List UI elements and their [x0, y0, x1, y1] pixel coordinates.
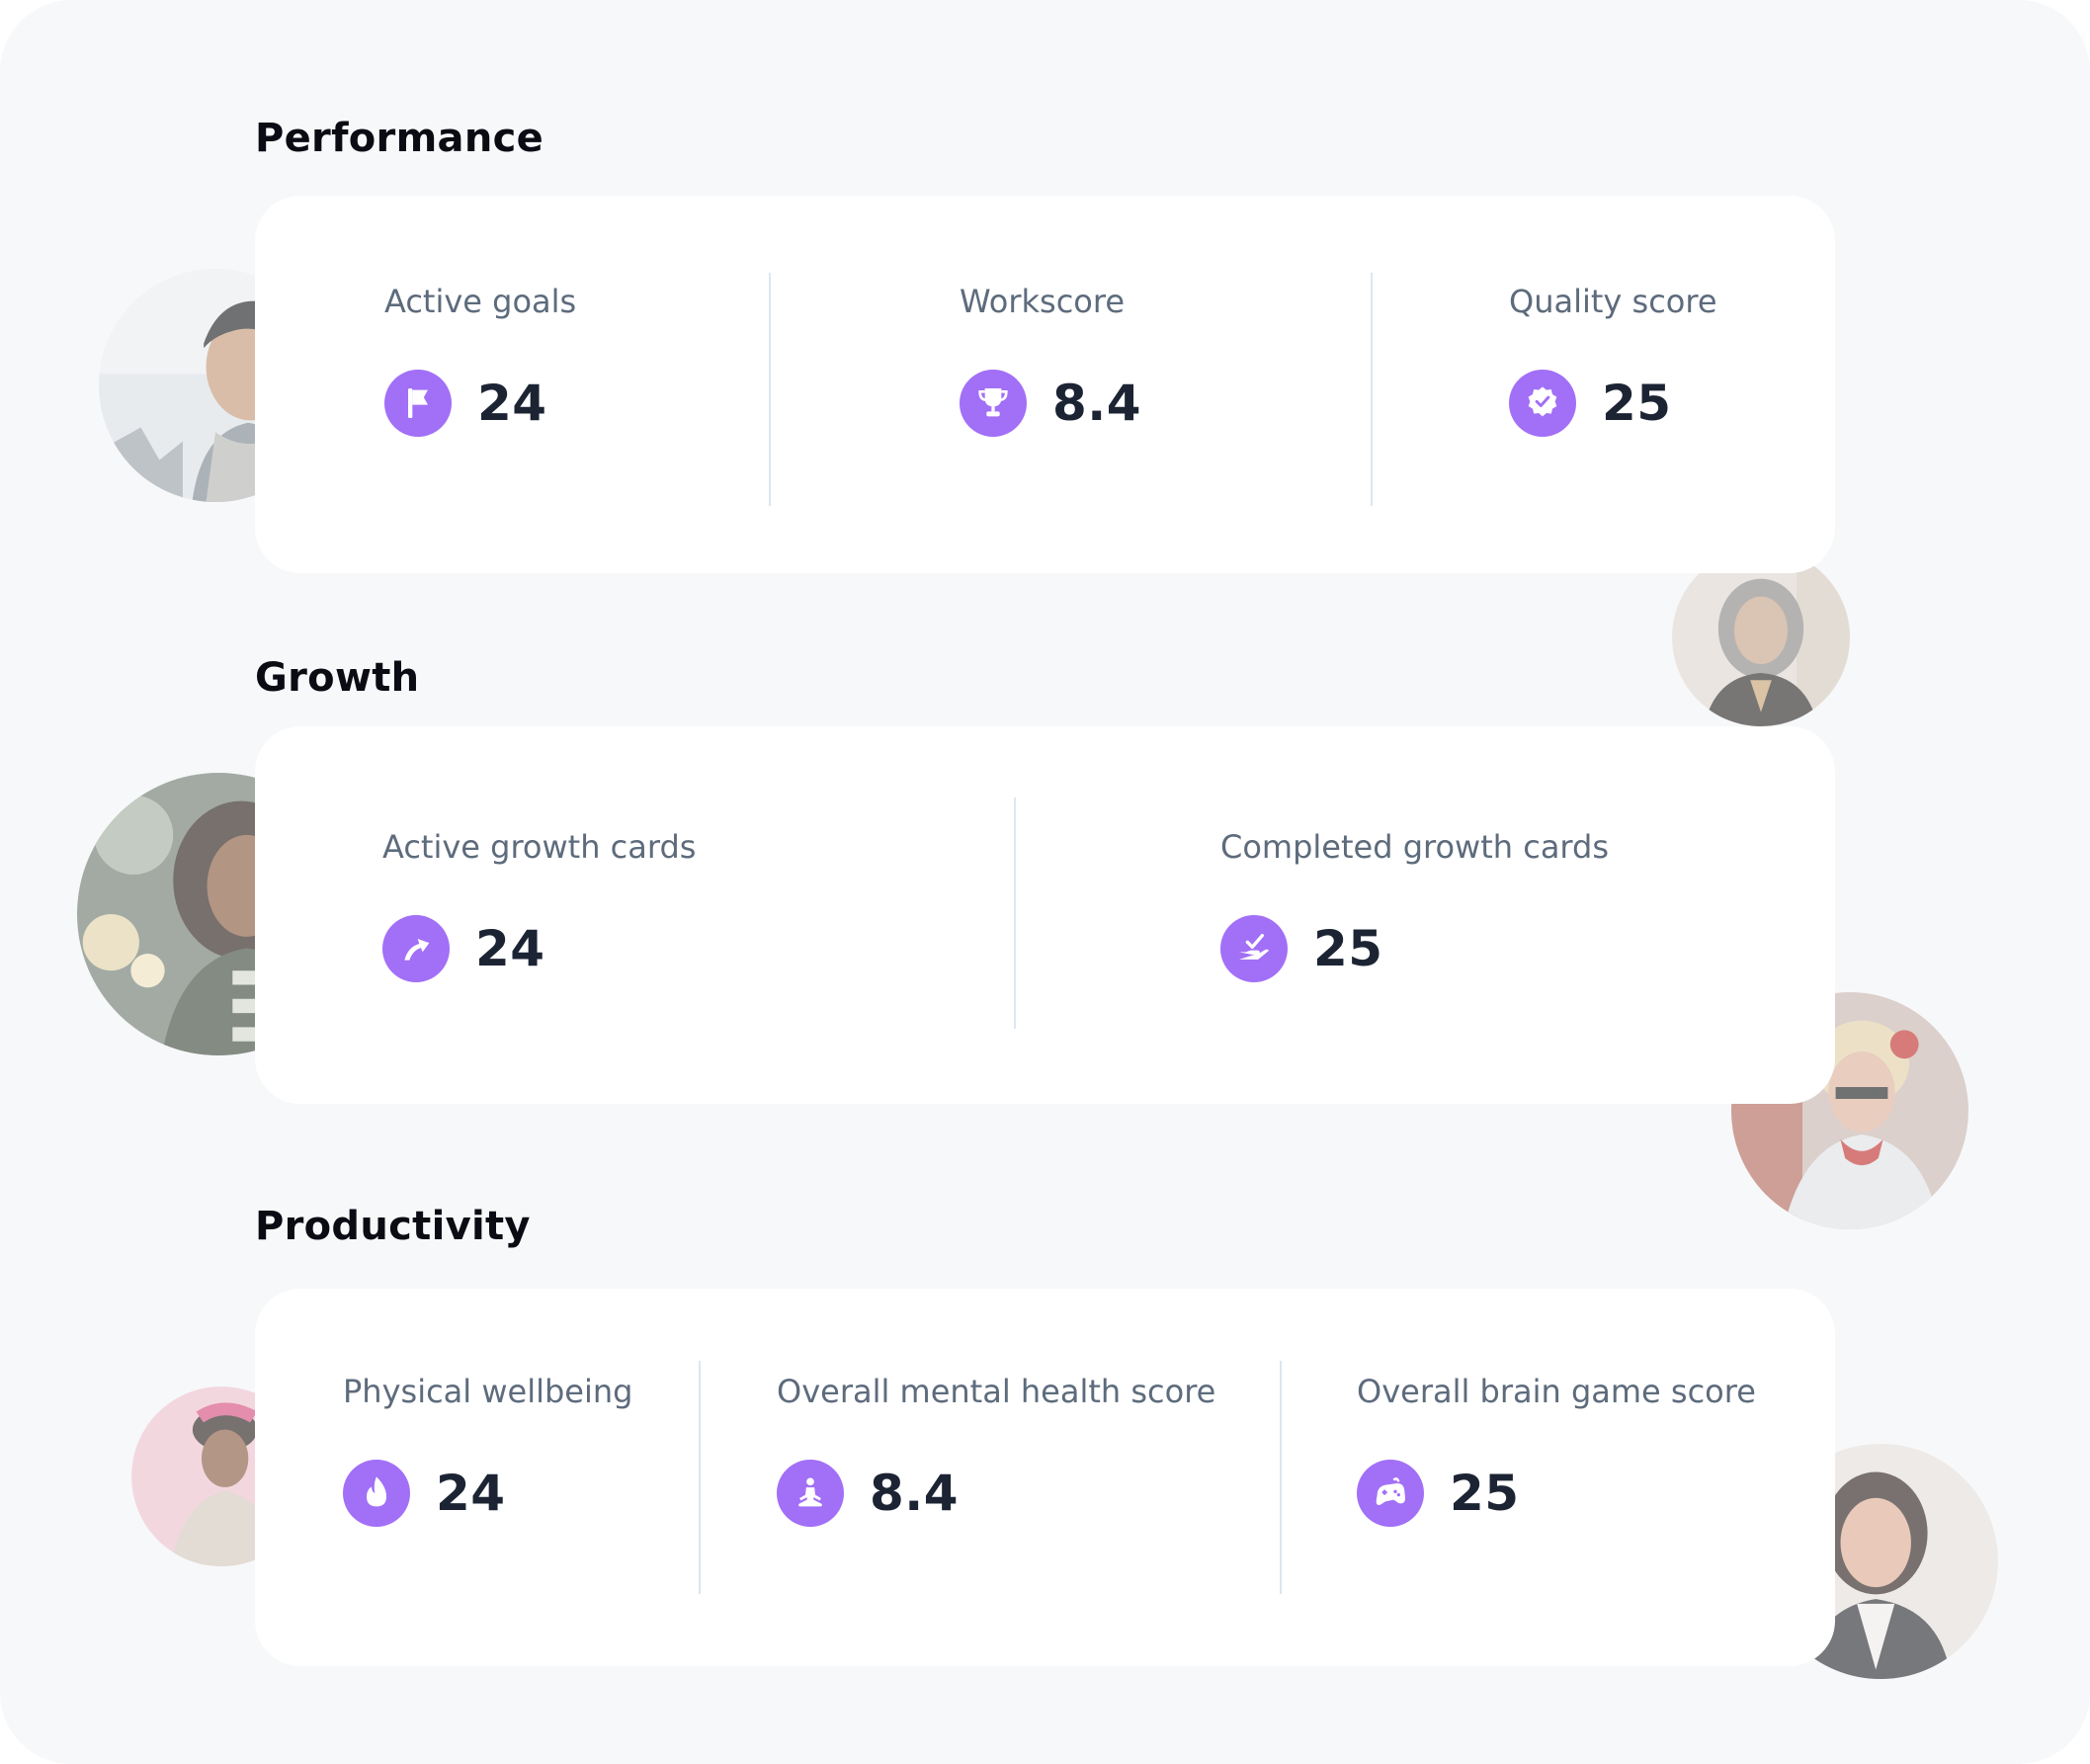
stat-value: 24 [475, 920, 545, 977]
avatar-older-woman [1672, 548, 1850, 726]
gamepad-icon [1357, 1460, 1424, 1527]
performance-title: Performance [255, 116, 544, 161]
stat-active-goals: Active goals 24 [384, 283, 576, 437]
stat-mental-health-score: Overall mental health score 8.4 [777, 1373, 1215, 1527]
stat-label: Workscore [960, 283, 1126, 320]
performance-card: Active goals 24 Workscore 8.4 Quality sc… [255, 196, 1835, 573]
card-divider [1371, 273, 1373, 506]
card-divider [1014, 798, 1016, 1029]
flame-icon [343, 1460, 410, 1527]
stat-value: 25 [1602, 375, 1672, 432]
stat-active-growth-cards: Active growth cards 24 [382, 828, 696, 982]
dashboard-canvas: Performance Active goals 24 Workscore 8.… [0, 0, 2090, 1764]
stat-label: Completed growth cards [1220, 828, 1609, 866]
stat-physical-wellbeing: Physical wellbeing 24 [343, 1373, 632, 1527]
flag-icon [384, 370, 452, 437]
growth-arrow-icon [382, 915, 450, 982]
stat-label: Quality score [1509, 283, 1717, 320]
meditation-icon [777, 1460, 844, 1527]
hand-check-icon [1220, 915, 1288, 982]
card-divider [769, 273, 771, 506]
stat-label: Active growth cards [382, 828, 697, 866]
card-divider [699, 1361, 701, 1594]
stat-value: 8.4 [870, 1465, 960, 1522]
stat-value: 24 [477, 375, 547, 432]
stat-label: Physical wellbeing [343, 1373, 633, 1410]
stat-brain-game-score: Overall brain game score 25 [1357, 1373, 1756, 1527]
stat-value: 24 [436, 1465, 506, 1522]
growth-card: Active growth cards 24 Completed growth … [255, 726, 1835, 1104]
stat-quality-score: Quality score 25 [1509, 283, 1717, 437]
stat-label: Active goals [384, 283, 577, 320]
stat-workscore: Workscore 8.4 [960, 283, 1141, 437]
growth-title: Growth [255, 655, 420, 701]
stat-value: 25 [1313, 920, 1383, 977]
stat-label: Overall brain game score [1357, 1373, 1756, 1410]
card-divider [1280, 1361, 1282, 1594]
verified-badge-icon [1509, 370, 1576, 437]
stat-label: Overall mental health score [777, 1373, 1216, 1410]
stat-completed-growth-cards: Completed growth cards 25 [1220, 828, 1609, 982]
stat-value: 25 [1450, 1465, 1520, 1522]
stat-value: 8.4 [1052, 375, 1142, 432]
trophy-icon [960, 370, 1027, 437]
productivity-card: Physical wellbeing 24 Overall mental hea… [255, 1289, 1835, 1666]
productivity-title: Productivity [255, 1204, 531, 1249]
